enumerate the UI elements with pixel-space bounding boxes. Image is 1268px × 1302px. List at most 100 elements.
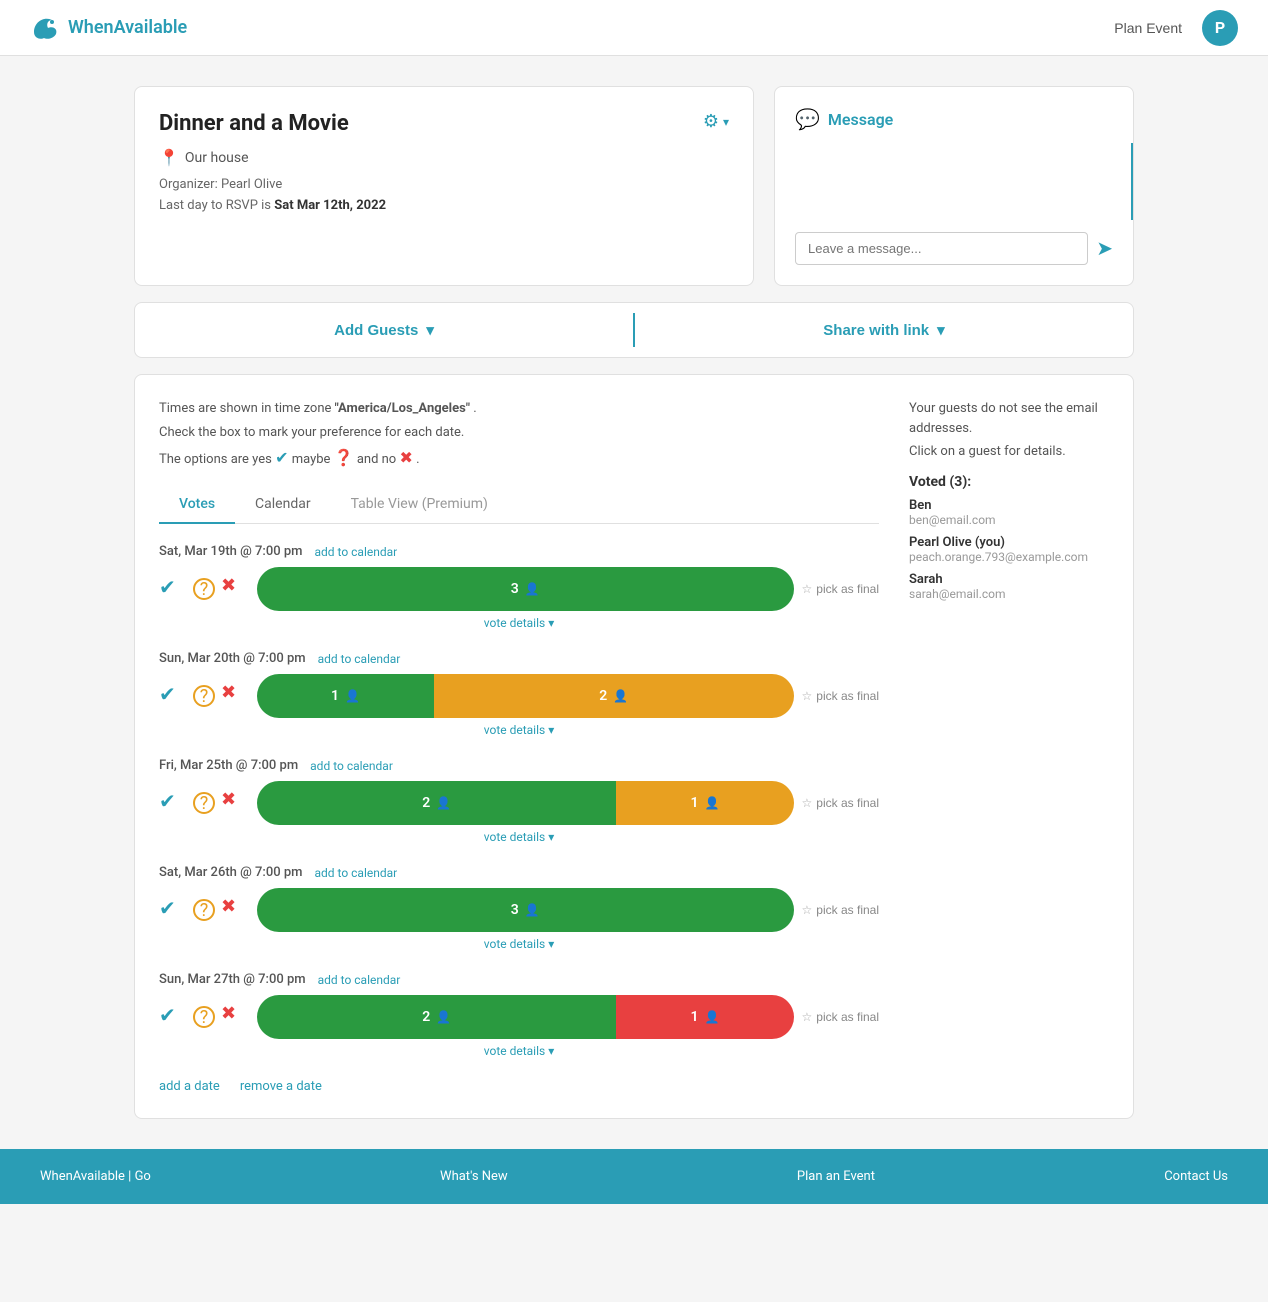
date-label-row: Fri, Mar 25th @ 7:00 pm add to calendar bbox=[159, 758, 879, 773]
star-icon: ☆ bbox=[802, 689, 813, 703]
vote-maybe-icon[interactable]: ? bbox=[193, 578, 215, 600]
logo[interactable]: WhenAvailable bbox=[30, 12, 187, 44]
dropdown-arrow: ▾ bbox=[723, 115, 729, 129]
vote-bar: 3👤 bbox=[257, 567, 794, 611]
vote-bar-row: ✔ ? ✖ 2👤1👤☆pick as final bbox=[159, 781, 879, 825]
add-to-calendar-link[interactable]: add to calendar bbox=[318, 652, 401, 666]
date-text: Sat, Mar 19th @ 7:00 pm bbox=[159, 544, 302, 559]
action-bar: Add Guests ▾ Share with link ▾ bbox=[134, 302, 1134, 358]
message-input-row: ➤ bbox=[795, 220, 1113, 265]
message-card: 💬 Message ➤ bbox=[774, 86, 1134, 286]
vote-details-link[interactable]: vote details ▾ bbox=[484, 830, 554, 844]
date-label-row: Sat, Mar 26th @ 7:00 pm add to calendar bbox=[159, 865, 879, 880]
vote-yes-icon[interactable]: ✔ bbox=[159, 896, 187, 924]
location-text: Our house bbox=[185, 150, 249, 166]
vote-yes-icon[interactable]: ✔ bbox=[159, 789, 187, 817]
rsvp-date: Sat Mar 12th, 2022 bbox=[274, 198, 386, 213]
add-guests-label: Add Guests bbox=[334, 322, 418, 339]
footer-plan-event[interactable]: Plan an Event bbox=[797, 1169, 875, 1184]
vote-details-row: vote details ▾ bbox=[159, 829, 879, 845]
vote-bar-row: ✔ ? ✖ 2👤1👤 ☆pick as final bbox=[159, 995, 879, 1039]
bar-green: 2👤 bbox=[257, 995, 616, 1039]
vote-details-link[interactable]: vote details ▾ bbox=[484, 937, 554, 951]
footer-col-2: What's New bbox=[440, 1169, 508, 1184]
add-to-calendar-link[interactable]: add to calendar bbox=[314, 545, 397, 559]
message-input[interactable] bbox=[795, 232, 1088, 265]
guest-item[interactable]: Ben ben@email.com bbox=[909, 498, 1109, 527]
vote-details-row: vote details ▾ bbox=[159, 722, 879, 738]
tab-table-view[interactable]: Table View (Premium) bbox=[331, 486, 508, 524]
tab-votes[interactable]: Votes bbox=[159, 486, 235, 524]
vote-bar: 2👤1👤 bbox=[257, 995, 794, 1039]
add-to-calendar-link[interactable]: add to calendar bbox=[310, 759, 393, 773]
add-to-calendar-link[interactable]: add to calendar bbox=[314, 866, 397, 880]
vote-no-icon[interactable]: ✖ bbox=[221, 1003, 249, 1031]
vote-yes-icon[interactable]: ✔ bbox=[159, 1003, 187, 1031]
top-row: Dinner and a Movie ⚙ ▾ 📍 Our house Organ… bbox=[134, 86, 1134, 286]
chevron-down-icon-2: ▾ bbox=[937, 321, 945, 339]
logo-text: WhenAvailable bbox=[68, 17, 187, 38]
guest-name: Ben bbox=[909, 498, 1109, 513]
vote-maybe-icon[interactable]: ? bbox=[193, 899, 215, 921]
vote-yes-icon[interactable]: ✔ bbox=[159, 575, 187, 603]
vote-no-icon[interactable]: ✖ bbox=[221, 789, 249, 817]
share-link-label: Share with link bbox=[823, 322, 929, 339]
add-date-link[interactable]: add a date bbox=[159, 1079, 220, 1094]
vote-details-link[interactable]: vote details ▾ bbox=[484, 616, 554, 630]
settings-button[interactable]: ⚙ ▾ bbox=[703, 111, 729, 132]
vote-bar-row: ✔ ? ✖ 3👤 ☆pick as final bbox=[159, 567, 879, 611]
avatar[interactable]: P bbox=[1202, 10, 1238, 46]
vote-no-icon[interactable]: ✖ bbox=[221, 575, 249, 603]
options-info: The options are yes ✔ maybe ❓ and no ✖ . bbox=[159, 446, 879, 470]
send-button[interactable]: ➤ bbox=[1096, 236, 1113, 261]
pick-as-final-button[interactable]: ☆pick as final bbox=[802, 796, 879, 810]
vote-details-row: vote details ▾ bbox=[159, 936, 879, 952]
location-pin-icon: 📍 bbox=[159, 148, 179, 167]
no-x-icon: ✖ bbox=[399, 448, 412, 467]
preference-info: Check the box to mark your preference fo… bbox=[159, 423, 879, 443]
guest-email: peach.orange.793@example.com bbox=[909, 550, 1109, 564]
date-label-row: Sat, Mar 19th @ 7:00 pm add to calendar bbox=[159, 544, 879, 559]
maybe-question-icon: ❓ bbox=[334, 448, 354, 467]
guest-list: Ben ben@email.com Pearl Olive (you) peac… bbox=[909, 498, 1109, 601]
pick-as-final-button[interactable]: ☆pick as final bbox=[802, 903, 879, 917]
guest-email: ben@email.com bbox=[909, 513, 1109, 527]
vote-details-row: vote details ▾ bbox=[159, 1043, 879, 1059]
date-label-row: Sun, Mar 27th @ 7:00 pm add to calendar bbox=[159, 972, 879, 987]
add-to-calendar-link[interactable]: add to calendar bbox=[318, 973, 401, 987]
plan-event-button[interactable]: Plan Event bbox=[1114, 20, 1182, 36]
vote-details-link[interactable]: vote details ▾ bbox=[484, 723, 554, 737]
date-label-row: Sun, Mar 20th @ 7:00 pm add to calendar bbox=[159, 651, 879, 666]
gear-icon: ⚙ bbox=[703, 111, 719, 132]
date-row: Sun, Mar 27th @ 7:00 pm add to calendar … bbox=[159, 972, 879, 1059]
bar-green: 3👤 bbox=[257, 567, 794, 611]
vote-no-icon[interactable]: ✖ bbox=[221, 896, 249, 924]
vote-details-link[interactable]: vote details ▾ bbox=[484, 1044, 554, 1058]
chevron-down-icon: ▾ bbox=[426, 321, 434, 339]
organizer-text: Organizer: Pearl Olive bbox=[159, 177, 729, 192]
guest-item[interactable]: Pearl Olive (you) peach.orange.793@examp… bbox=[909, 535, 1109, 564]
star-icon: ☆ bbox=[802, 582, 813, 596]
vote-no-icon[interactable]: ✖ bbox=[221, 682, 249, 710]
tab-calendar[interactable]: Calendar bbox=[235, 486, 331, 524]
footer-logo-text: WhenAvailable | Go bbox=[40, 1169, 151, 1184]
vote-maybe-icon[interactable]: ? bbox=[193, 685, 215, 707]
vote-maybe-icon[interactable]: ? bbox=[193, 1006, 215, 1028]
remove-date-link[interactable]: remove a date bbox=[240, 1079, 322, 1094]
vote-maybe-icon[interactable]: ? bbox=[193, 792, 215, 814]
guest-name: Pearl Olive (you) bbox=[909, 535, 1109, 550]
guest-item[interactable]: Sarah sarah@email.com bbox=[909, 572, 1109, 601]
bar-yellow: 2👤 bbox=[434, 674, 793, 718]
footer-whats-new[interactable]: What's New bbox=[440, 1169, 508, 1184]
pick-as-final-button[interactable]: ☆pick as final bbox=[802, 582, 879, 596]
pick-as-final-button[interactable]: ☆pick as final bbox=[802, 689, 879, 703]
vote-yes-icon[interactable]: ✔ bbox=[159, 682, 187, 710]
add-guests-button[interactable]: Add Guests ▾ bbox=[135, 303, 633, 357]
footer-contact[interactable]: Contact Us bbox=[1164, 1169, 1228, 1184]
location-row: 📍 Our house bbox=[159, 148, 729, 167]
pick-as-final-button[interactable]: ☆pick as final bbox=[802, 1010, 879, 1024]
star-icon: ☆ bbox=[802, 1010, 813, 1024]
share-link-button[interactable]: Share with link ▾ bbox=[635, 303, 1133, 357]
yes-checkmark-icon: ✔ bbox=[275, 448, 288, 467]
bar-red: 1👤 bbox=[616, 995, 793, 1039]
